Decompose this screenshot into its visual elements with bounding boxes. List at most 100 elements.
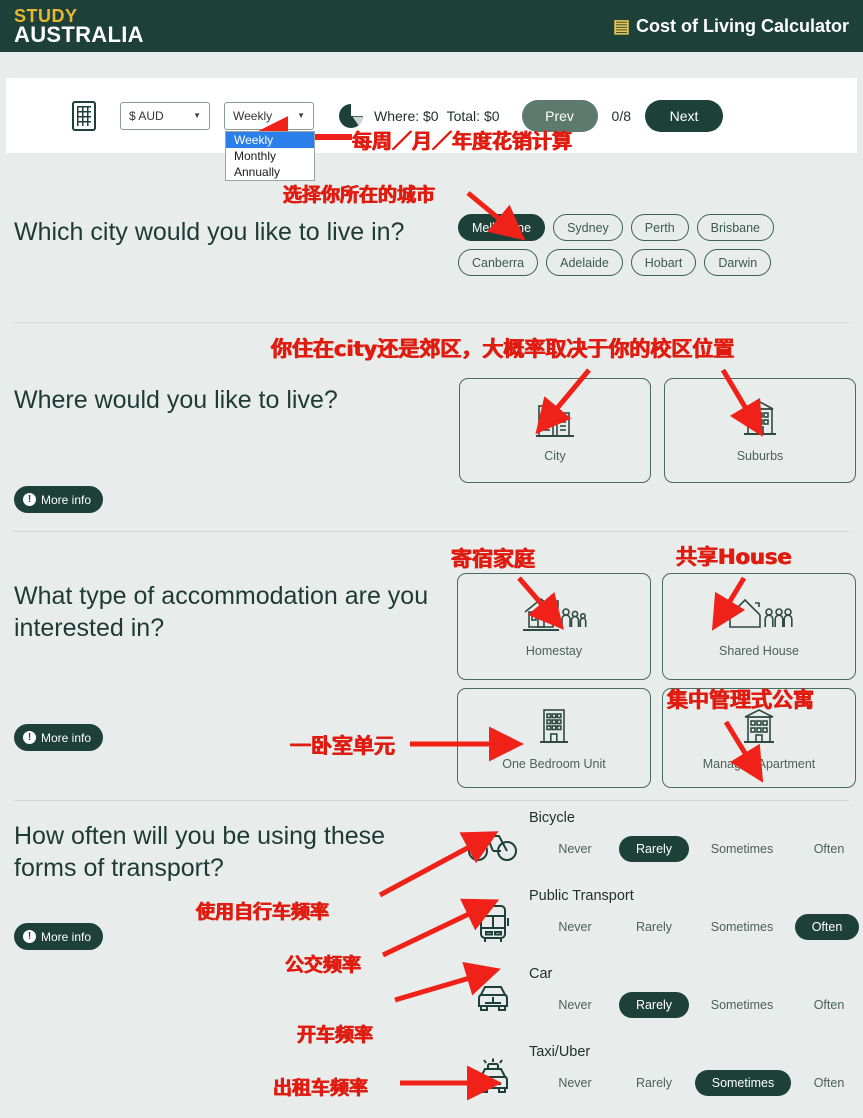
transport-option-rarely[interactable]: Rarely: [619, 992, 689, 1018]
period-option-weekly[interactable]: Weekly: [226, 131, 314, 148]
more-info-label: More info: [41, 492, 92, 507]
header-title-group: ▤ Cost of Living Calculator: [613, 16, 849, 37]
annotation-period: 每周／月／年度花销计算: [352, 129, 572, 153]
where-amount: Where: $0: [374, 107, 439, 124]
where-total-readout: Where: $0 Total: $0: [374, 108, 500, 124]
transport-options: Never Rarely Sometimes Often: [529, 992, 861, 1018]
city-chip-darwin[interactable]: Darwin: [704, 249, 772, 276]
city-chip-adelaide[interactable]: Adelaide: [546, 249, 623, 276]
app-header: STUDY AUSTRALIA ▤ Cost of Living Calcula…: [0, 0, 863, 52]
city-chip-melbourne[interactable]: Melbourne: [458, 214, 546, 241]
car-icon: [465, 980, 521, 1024]
period-select[interactable]: Weekly ▼ Weekly Monthly Annually: [224, 101, 315, 181]
calculator-icon[interactable]: [72, 100, 96, 131]
section-divider: [14, 531, 849, 532]
logo-line-australia: AUSTRALIA: [14, 21, 144, 47]
annotation-public-transport-frequency: 公交频率: [285, 954, 362, 976]
transport-option-often[interactable]: Often: [797, 836, 861, 862]
cost-of-living-calculator-page: STUDY AUSTRALIA ▤ Cost of Living Calcula…: [0, 0, 863, 1118]
transport-option-sometimes[interactable]: Sometimes: [699, 914, 785, 940]
transport-option-rarely[interactable]: Rarely: [619, 836, 689, 862]
transport-option-often[interactable]: Often: [795, 914, 859, 940]
suburb-building-icon: [740, 398, 780, 443]
transport-option-never[interactable]: Never: [543, 1070, 607, 1096]
city-chip-group: Melbourne Sydney Perth Brisbane Canberra…: [458, 214, 858, 276]
question-title-city: Which city would you like to live in?: [14, 218, 405, 246]
study-australia-logo: STUDY AUSTRALIA: [14, 7, 144, 46]
transport-name: Public Transport: [529, 888, 634, 904]
question-title-where-live: Where would you like to live?: [14, 386, 338, 414]
annotation-car-frequency: 开车频率: [297, 1024, 374, 1046]
choice-card-suburbs[interactable]: Suburbs: [664, 378, 856, 483]
annotation-city-select: 选择你所在的城市: [283, 184, 436, 206]
section-divider: [14, 322, 849, 323]
period-dropdown-list[interactable]: Weekly Monthly Annually: [225, 130, 315, 181]
page-title: Cost of Living Calculator: [635, 15, 849, 36]
city-chip-hobart[interactable]: Hobart: [630, 249, 697, 276]
section-divider: [14, 800, 849, 801]
period-select-value: Weekly: [233, 108, 273, 123]
apartment-block-icon: [535, 706, 573, 751]
annotation-bicycle-frequency: 使用自行车频率: [196, 901, 330, 923]
shared-house-icon: [725, 595, 793, 638]
choice-card-label: Shared House: [719, 644, 799, 658]
transport-name: Car: [529, 966, 553, 982]
choice-card-label: City: [544, 449, 566, 463]
chevron-down-icon: ▼: [297, 111, 305, 120]
transport-name: Bicycle: [529, 810, 575, 826]
currency-select-value: $ AUD: [129, 108, 164, 123]
transport-option-sometimes[interactable]: Sometimes: [699, 836, 785, 862]
choice-card-label: Managed Apartment: [702, 756, 816, 771]
annotation-shared-house: 共享House: [676, 545, 792, 569]
more-info-label: More info: [41, 929, 92, 944]
info-icon: !: [23, 930, 36, 943]
currency-select[interactable]: $ AUD ▼: [120, 101, 210, 130]
transport-option-never[interactable]: Never: [543, 992, 607, 1018]
city-chip-perth[interactable]: Perth: [630, 214, 689, 241]
transport-options: Never Rarely Sometimes Often: [529, 836, 861, 862]
total-amount: Total: $0: [446, 107, 500, 124]
transport-option-never[interactable]: Never: [543, 836, 607, 862]
next-button[interactable]: Next: [645, 99, 723, 132]
question-title-accommodation: What type of accommodation are you inter…: [14, 582, 429, 642]
transport-option-never[interactable]: Never: [543, 914, 607, 940]
choice-card-label: Suburbs: [736, 449, 784, 463]
taxi-icon: [465, 1058, 521, 1102]
transport-option-rarely[interactable]: Rarely: [619, 914, 689, 940]
choice-card-homestay[interactable]: Homestay: [457, 573, 651, 680]
choice-card-city[interactable]: City: [459, 378, 651, 483]
bus-icon: [465, 902, 521, 946]
transport-option-sometimes[interactable]: Sometimes: [695, 1070, 791, 1096]
annotation-one-bedroom-unit: 一卧室单元: [290, 734, 395, 758]
city-buildings-icon: [533, 398, 577, 443]
annotation-city-or-suburb: 你住在city还是郊区，大概率取决于你的校区位置: [271, 337, 735, 361]
city-chip-canberra[interactable]: Canberra: [458, 249, 539, 276]
city-chip-brisbane[interactable]: Brisbane: [696, 214, 775, 241]
more-info-button-where-live[interactable]: ! More info: [14, 486, 104, 513]
transport-options: Never Rarely Sometimes Often: [529, 1070, 861, 1096]
more-info-label: More info: [41, 730, 92, 745]
transport-option-often[interactable]: Often: [797, 992, 861, 1018]
info-icon: !: [23, 731, 36, 744]
city-chip-sydney[interactable]: Sydney: [553, 214, 623, 241]
transport-option-often[interactable]: Often: [797, 1070, 861, 1096]
transport-options: Never Rarely Sometimes Often: [529, 914, 861, 940]
calculator-icon: ▤: [612, 16, 630, 36]
choice-card-one-bedroom-unit[interactable]: One Bedroom Unit: [457, 688, 651, 788]
homestay-house-family-icon: [521, 595, 587, 638]
annotation-managed-apartment: 集中管理式公寓: [667, 688, 814, 712]
bicycle-icon: [465, 824, 521, 868]
transport-option-rarely[interactable]: Rarely: [619, 1070, 689, 1096]
question-title-transport: How often will you be using these forms …: [14, 822, 386, 882]
info-icon: !: [23, 493, 36, 506]
more-info-button-transport[interactable]: ! More info: [14, 923, 104, 950]
period-option-annually[interactable]: Annually: [226, 164, 314, 180]
choice-card-label: One Bedroom Unit: [502, 756, 606, 771]
transport-option-sometimes[interactable]: Sometimes: [699, 992, 785, 1018]
annotation-taxi-frequency: 出租车频率: [273, 1077, 369, 1099]
more-info-button-accommodation[interactable]: ! More info: [14, 724, 104, 751]
chevron-down-icon: ▼: [193, 111, 201, 120]
transport-name: Taxi/Uber: [529, 1044, 591, 1060]
choice-card-shared-house[interactable]: Shared House: [662, 573, 856, 680]
period-option-monthly[interactable]: Monthly: [226, 148, 314, 164]
